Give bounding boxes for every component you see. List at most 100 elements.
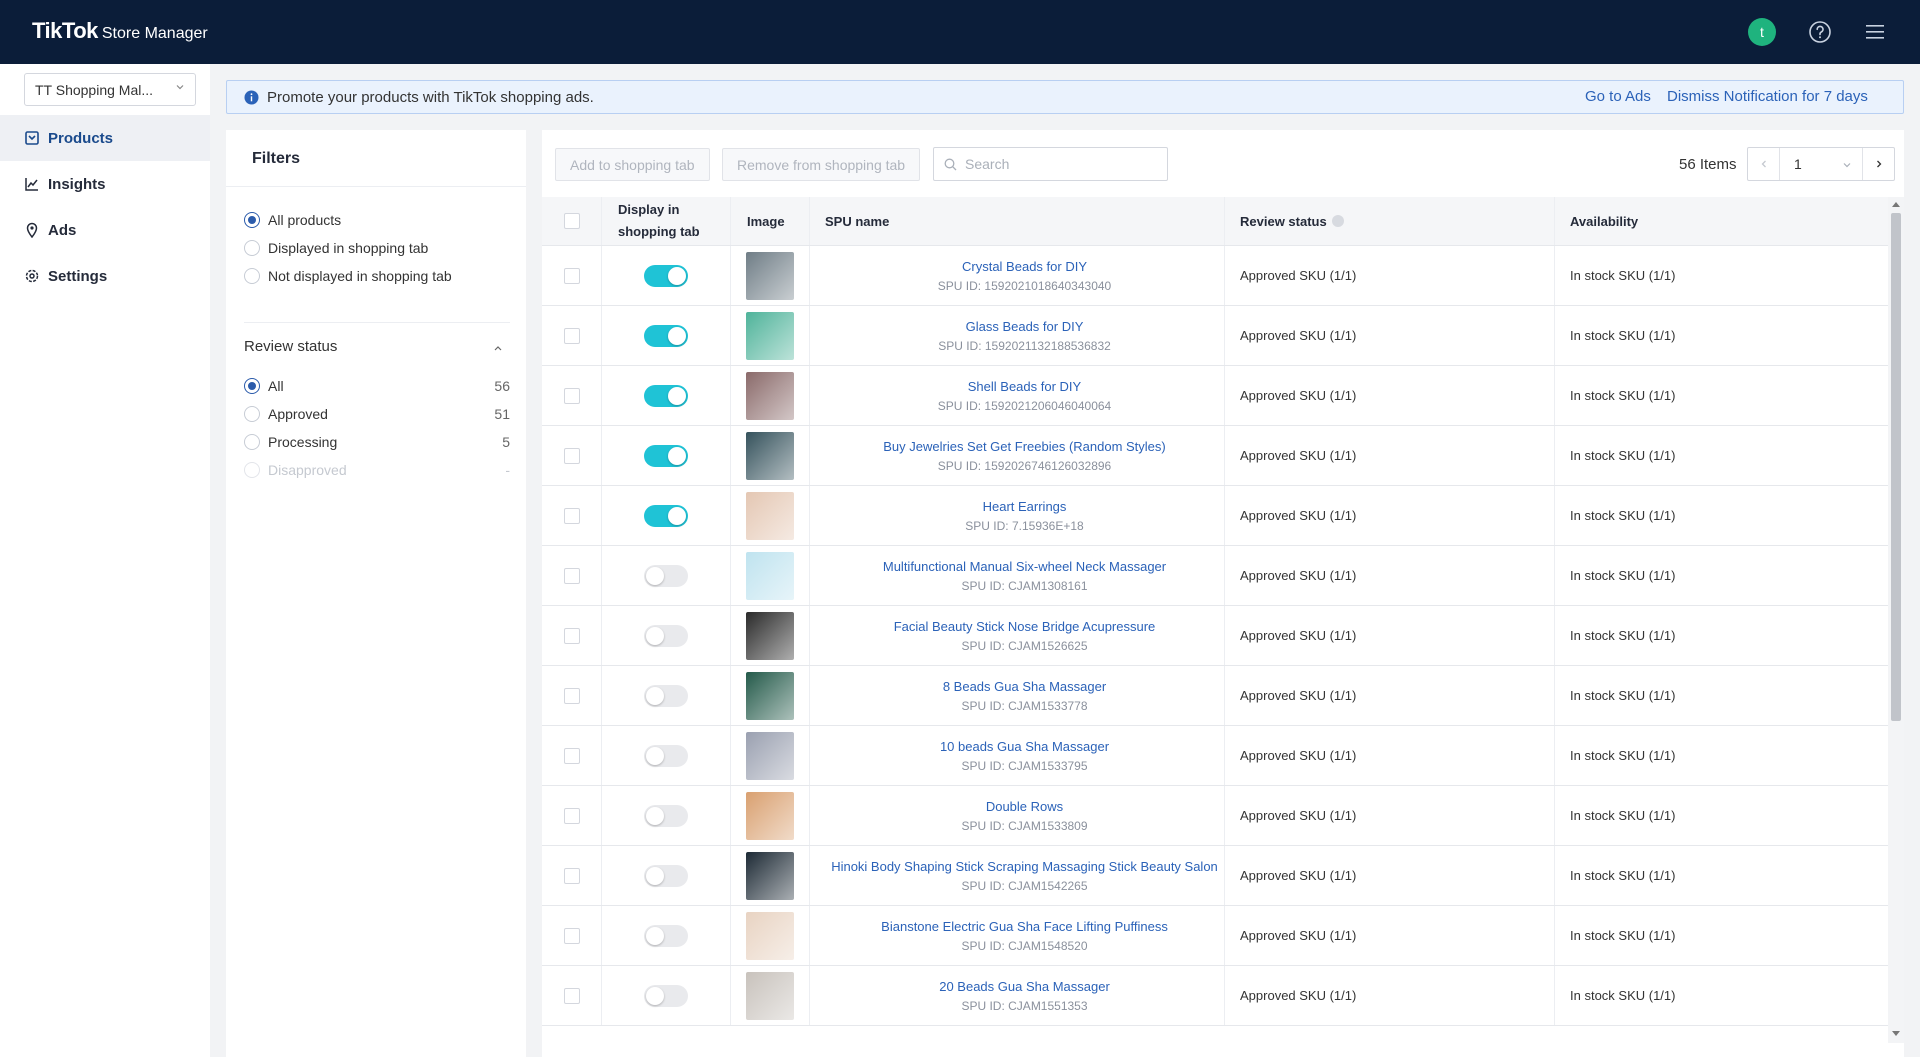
- product-thumbnail[interactable]: [746, 731, 794, 780]
- row-checkbox[interactable]: [563, 687, 580, 704]
- dismiss-notification-link[interactable]: Dismiss Notification for 7 days: [1667, 88, 1868, 105]
- product-name-link[interactable]: 10 beads Gua Sha Massager: [940, 737, 1109, 757]
- question-icon[interactable]: [1331, 215, 1344, 227]
- row-checkbox[interactable]: [563, 447, 580, 464]
- scroll-down-arrow-icon[interactable]: [1892, 1031, 1900, 1037]
- sidebar-item-settings[interactable]: Settings: [0, 253, 210, 299]
- product-name-link[interactable]: Shell Beads for DIY: [968, 377, 1081, 397]
- display-toggle[interactable]: [644, 684, 688, 707]
- product-name-link[interactable]: Crystal Beads for DIY: [962, 257, 1087, 277]
- product-thumbnail[interactable]: [746, 611, 794, 660]
- display-toggle-cell: [602, 786, 731, 845]
- product-name-link[interactable]: 20 Beads Gua Sha Massager: [939, 977, 1110, 997]
- row-checkbox[interactable]: [563, 327, 580, 344]
- row-checkbox[interactable]: [563, 507, 580, 524]
- product-thumbnail[interactable]: [746, 371, 794, 420]
- chevron-up-icon[interactable]: [492, 342, 504, 354]
- product-name-link[interactable]: 8 Beads Gua Sha Massager: [943, 677, 1106, 697]
- row-checkbox[interactable]: [563, 627, 580, 644]
- row-checkbox[interactable]: [563, 807, 580, 824]
- display-toggle[interactable]: [644, 624, 688, 647]
- display-toggle[interactable]: [644, 564, 688, 587]
- go-to-ads-link[interactable]: Go to Ads: [1585, 88, 1651, 105]
- display-toggle[interactable]: [644, 804, 688, 827]
- search-input[interactable]: Search: [933, 147, 1168, 181]
- scrollbar-thumb[interactable]: [1891, 213, 1901, 721]
- display-toggle[interactable]: [644, 384, 688, 407]
- product-thumbnail[interactable]: [746, 491, 794, 540]
- display-toggle[interactable]: [644, 864, 688, 887]
- product-name-link[interactable]: Glass Beads for DIY: [966, 317, 1084, 337]
- table-scrollbar[interactable]: [1888, 197, 1904, 1043]
- row-checkbox[interactable]: [563, 927, 580, 944]
- help-icon[interactable]: [1808, 20, 1832, 44]
- avatar[interactable]: t: [1748, 18, 1776, 46]
- page-number: 1: [1794, 156, 1802, 172]
- radio-button[interactable]: [244, 378, 260, 394]
- brand-logo[interactable]: TikTok Store Manager: [32, 18, 208, 44]
- prev-page-button[interactable]: [1748, 148, 1780, 180]
- filter-all-products[interactable]: All products: [244, 212, 510, 228]
- image-cell: [731, 846, 810, 905]
- spu-id: SPU ID: CJAM1542265: [961, 878, 1088, 893]
- review-status-cell: Approved SKU (1/1): [1225, 486, 1555, 545]
- product-name-link[interactable]: Bianstone Electric Gua Sha Face Lifting …: [881, 917, 1168, 937]
- product-thumbnail[interactable]: [746, 791, 794, 840]
- product-thumbnail[interactable]: [746, 671, 794, 720]
- image-cell: [731, 246, 810, 305]
- product-name-link[interactable]: Heart Earrings: [983, 497, 1067, 517]
- product-thumbnail[interactable]: [746, 251, 794, 300]
- review-status-title[interactable]: Review status: [244, 338, 337, 355]
- display-toggle[interactable]: [644, 324, 688, 347]
- product-name-link[interactable]: Hinoki Body Shaping Stick Scraping Massa…: [831, 857, 1218, 877]
- radio-label: Not displayed in shopping tab: [268, 268, 452, 284]
- select-all-checkbox[interactable]: [563, 213, 580, 229]
- add-to-shopping-tab-button[interactable]: Add to shopping tab: [555, 148, 710, 181]
- product-name-link[interactable]: Multifunctional Manual Six-wheel Neck Ma…: [883, 557, 1166, 577]
- review-filter-processing[interactable]: Processing 5: [244, 434, 510, 450]
- row-checkbox[interactable]: [563, 387, 580, 404]
- filter-displayed[interactable]: Displayed in shopping tab: [244, 240, 510, 256]
- product-name-link[interactable]: Facial Beauty Stick Nose Bridge Acupress…: [894, 617, 1156, 637]
- radio-label: All products: [268, 212, 342, 228]
- display-toggle[interactable]: [644, 264, 688, 287]
- display-toggle-cell: [602, 906, 731, 965]
- product-thumbnail[interactable]: [746, 431, 794, 480]
- product-thumbnail[interactable]: [746, 971, 794, 1020]
- scroll-up-arrow-icon[interactable]: [1892, 201, 1900, 207]
- sidebar-item-ads[interactable]: Ads: [0, 207, 210, 253]
- product-name-link[interactable]: Buy Jewelries Set Get Freebies (Random S…: [883, 437, 1166, 457]
- radio-button[interactable]: [244, 240, 260, 256]
- sidebar-item-products[interactable]: Products: [0, 115, 210, 161]
- product-thumbnail[interactable]: [746, 851, 794, 900]
- remove-from-shopping-tab-button[interactable]: Remove from shopping tab: [722, 148, 921, 181]
- next-page-button[interactable]: [1862, 148, 1894, 180]
- row-checkbox[interactable]: [563, 267, 580, 284]
- product-thumbnail[interactable]: [746, 311, 794, 360]
- radio-button[interactable]: [244, 268, 260, 284]
- review-filter-all[interactable]: All 56: [244, 378, 510, 394]
- sidebar-item-insights[interactable]: Insights: [0, 161, 210, 207]
- image-cell: [731, 606, 810, 665]
- product-thumbnail[interactable]: [746, 551, 794, 600]
- display-toggle[interactable]: [644, 924, 688, 947]
- product-thumbnail[interactable]: [746, 911, 794, 960]
- shop-selector[interactable]: TT Shopping Mal...: [24, 73, 196, 106]
- display-toggle[interactable]: [644, 744, 688, 767]
- spu-name-cell: Glass Beads for DIY SPU ID: 1592021132188…: [810, 306, 1225, 365]
- radio-button[interactable]: [244, 434, 260, 450]
- row-checkbox[interactable]: [563, 567, 580, 584]
- row-checkbox[interactable]: [563, 987, 580, 1004]
- menu-icon[interactable]: [1864, 22, 1886, 42]
- page-select[interactable]: 1: [1780, 148, 1862, 180]
- review-filter-approved[interactable]: Approved 51: [244, 406, 510, 422]
- product-name-link[interactable]: Double Rows: [986, 797, 1063, 817]
- row-checkbox[interactable]: [563, 867, 580, 884]
- row-checkbox[interactable]: [563, 747, 580, 764]
- filter-not-displayed[interactable]: Not displayed in shopping tab: [244, 268, 510, 284]
- radio-button[interactable]: [244, 406, 260, 422]
- display-toggle[interactable]: [644, 984, 688, 1007]
- radio-button[interactable]: [244, 212, 260, 228]
- display-toggle[interactable]: [644, 444, 688, 467]
- display-toggle[interactable]: [644, 504, 688, 527]
